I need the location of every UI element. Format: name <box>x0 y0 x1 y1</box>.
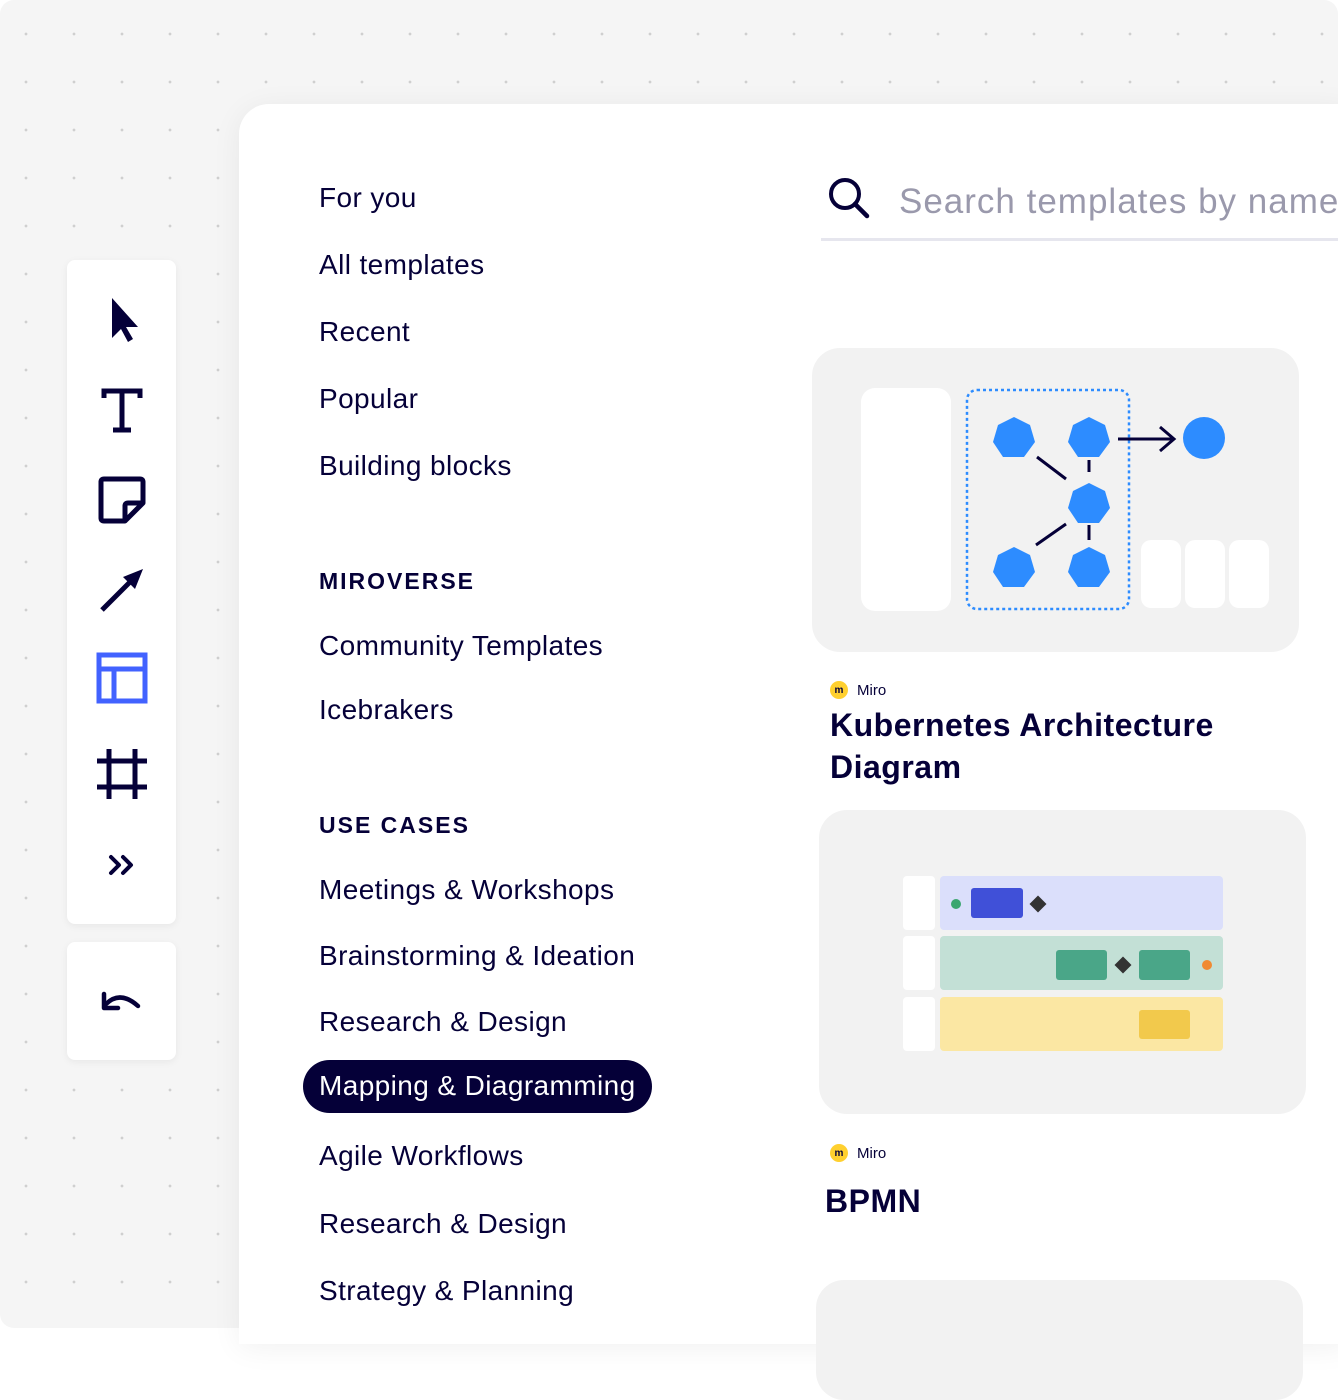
nav-item-agile-workflows[interactable]: Agile Workflows <box>319 1140 524 1172</box>
nav-item-icebrakers[interactable]: Icebrakers <box>319 694 454 726</box>
nav-item-for-you[interactable]: For you <box>319 182 417 214</box>
select-tool-button[interactable] <box>67 285 176 355</box>
nav-item-meetings-workshops[interactable]: Meetings & Workshops <box>319 874 614 906</box>
more-tools-button[interactable] <box>67 830 176 900</box>
miro-logo-icon: m <box>830 1144 848 1162</box>
nav-item-community-templates[interactable]: Community Templates <box>319 630 603 662</box>
bpmn-diagram-preview <box>903 876 1223 1051</box>
search-input[interactable] <box>897 176 1338 228</box>
text-tool-button[interactable] <box>67 375 176 445</box>
miroverse-heading: MIROVERSE <box>319 568 476 594</box>
template-author: m Miro <box>830 681 886 699</box>
template-search <box>821 166 1338 241</box>
kubernetes-diagram-preview <box>861 388 1269 611</box>
template-card-thumbnail[interactable] <box>816 1280 1303 1400</box>
template-card-thumbnail[interactable] <box>812 348 1299 652</box>
nav-item-all-templates[interactable]: All templates <box>319 249 485 281</box>
frame-tool-button[interactable] <box>67 739 176 809</box>
template-card-thumbnail[interactable] <box>819 810 1306 1114</box>
nav-item-recent[interactable]: Recent <box>319 316 410 348</box>
template-author-name: Miro <box>857 1144 887 1162</box>
nav-item-brainstorming-ideation[interactable]: Brainstorming & Ideation <box>319 940 635 972</box>
nav-item-research-design[interactable]: Research & Design <box>319 1006 567 1038</box>
nav-item-popular[interactable]: Popular <box>319 383 418 415</box>
left-toolbar <box>67 260 176 924</box>
templates-panel: For you All templates Recent Popular Bui… <box>239 104 1338 1400</box>
search-icon <box>829 178 870 219</box>
templates-tool-button[interactable] <box>67 643 176 713</box>
sticky-note-tool-button[interactable] <box>67 465 176 535</box>
connection-line-tool-button[interactable] <box>67 555 176 625</box>
sticky-note-icon <box>98 476 145 524</box>
nav-item-mapping-diagramming[interactable]: Mapping & Diagramming <box>303 1060 652 1113</box>
use-cases-heading: USE CASES <box>319 812 470 838</box>
template-author: m Miro <box>830 1144 886 1162</box>
nav-item-building-blocks[interactable]: Building blocks <box>319 450 512 482</box>
nav-item-strategy-planning[interactable]: Strategy & Planning <box>319 1275 574 1307</box>
nav-item-research-design-2[interactable]: Research & Design <box>319 1208 567 1240</box>
undo-icon <box>101 991 140 1011</box>
text-icon <box>101 388 142 433</box>
frame-icon <box>96 749 147 799</box>
template-card-title[interactable]: BPMN <box>825 1180 1265 1222</box>
chevrons-right-icon <box>108 855 133 875</box>
template-author-name: Miro <box>857 681 887 699</box>
cursor-icon <box>111 298 138 342</box>
undo-button[interactable] <box>67 942 176 1060</box>
template-card-title[interactable]: Kubernetes Architecture Diagram <box>830 704 1270 788</box>
miro-logo-icon: m <box>830 681 848 699</box>
arrow-icon <box>99 569 143 612</box>
templates-icon <box>96 652 147 704</box>
